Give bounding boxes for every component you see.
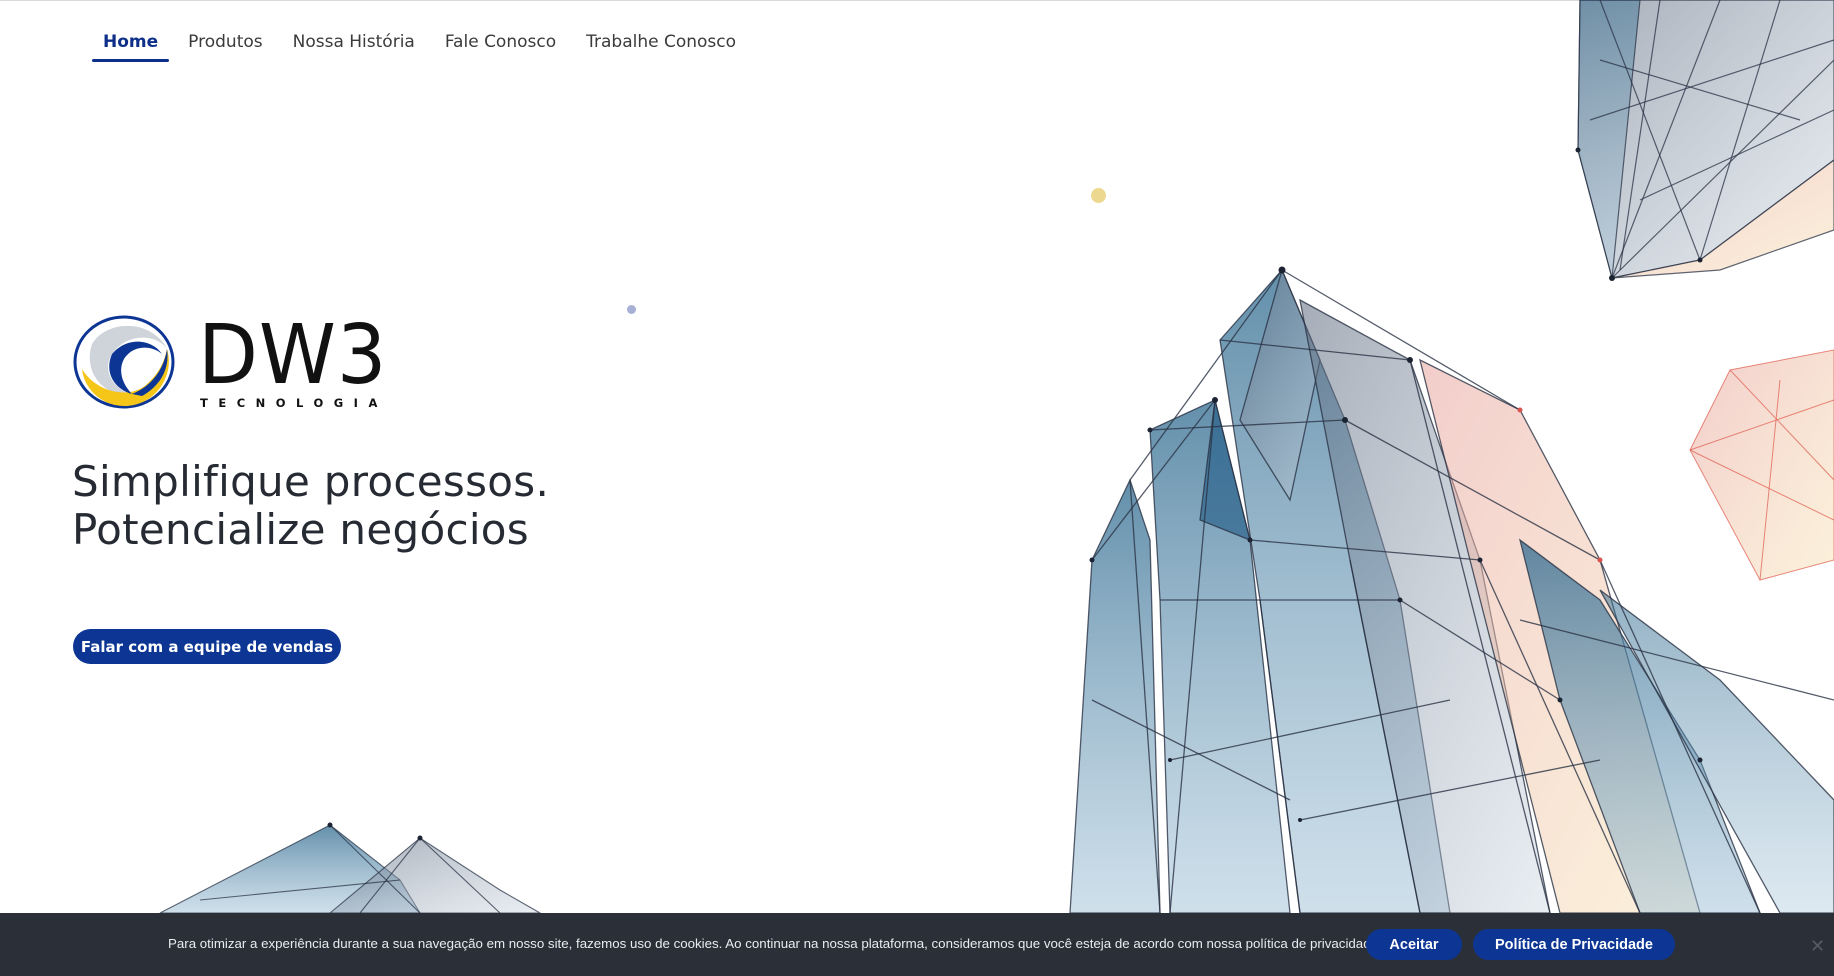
nav-item-home[interactable]: Home [92,28,170,62]
contact-sales-button[interactable]: Falar com a equipe de vendas [73,629,341,664]
hero-headline: Simplifique processos. Potencialize negó… [72,458,549,554]
crystal-towers [1069,268,1834,914]
logo-text: DW3 TECNOLOGIA [198,308,397,411]
nav-item-fale-conosco[interactable]: Fale Conosco [434,28,567,62]
accept-cookies-button[interactable]: Aceitar [1366,929,1462,960]
nav-item-trabalhe-conosco[interactable]: Trabalhe Conosco [575,28,747,62]
nav-item-nossa-historia[interactable]: Nossa História [282,28,426,62]
logo-mark-icon [73,315,175,409]
brand-logo[interactable]: DW3 TECNOLOGIA [72,314,397,410]
nav-item-produtos[interactable]: Produtos [177,28,273,62]
decorative-dot-yellow [1091,188,1106,203]
decorative-dot-blue [627,305,636,314]
headline-line-2: Potencialize negócios [72,505,529,554]
crystal-nodes [1089,147,1703,822]
top-border [0,0,1834,1]
privacy-policy-button[interactable]: Política de Privacidade [1473,929,1675,960]
headline-line-1: Simplifique processos. [72,457,550,506]
cookie-message: Para otimizar a experiência durante a su… [168,936,1382,951]
logo-name: DW3 [198,308,388,403]
close-icon[interactable]: ✕ [1810,936,1825,957]
crystal-right-edge [1689,349,1834,581]
crystal-top-right [1577,0,1834,279]
cookie-banner: Para otimizar a experiência durante a su… [0,913,1834,976]
crystal-bottom-left [159,822,543,914]
main-nav: Home Produtos Nossa História Fale Conosc… [92,28,747,62]
